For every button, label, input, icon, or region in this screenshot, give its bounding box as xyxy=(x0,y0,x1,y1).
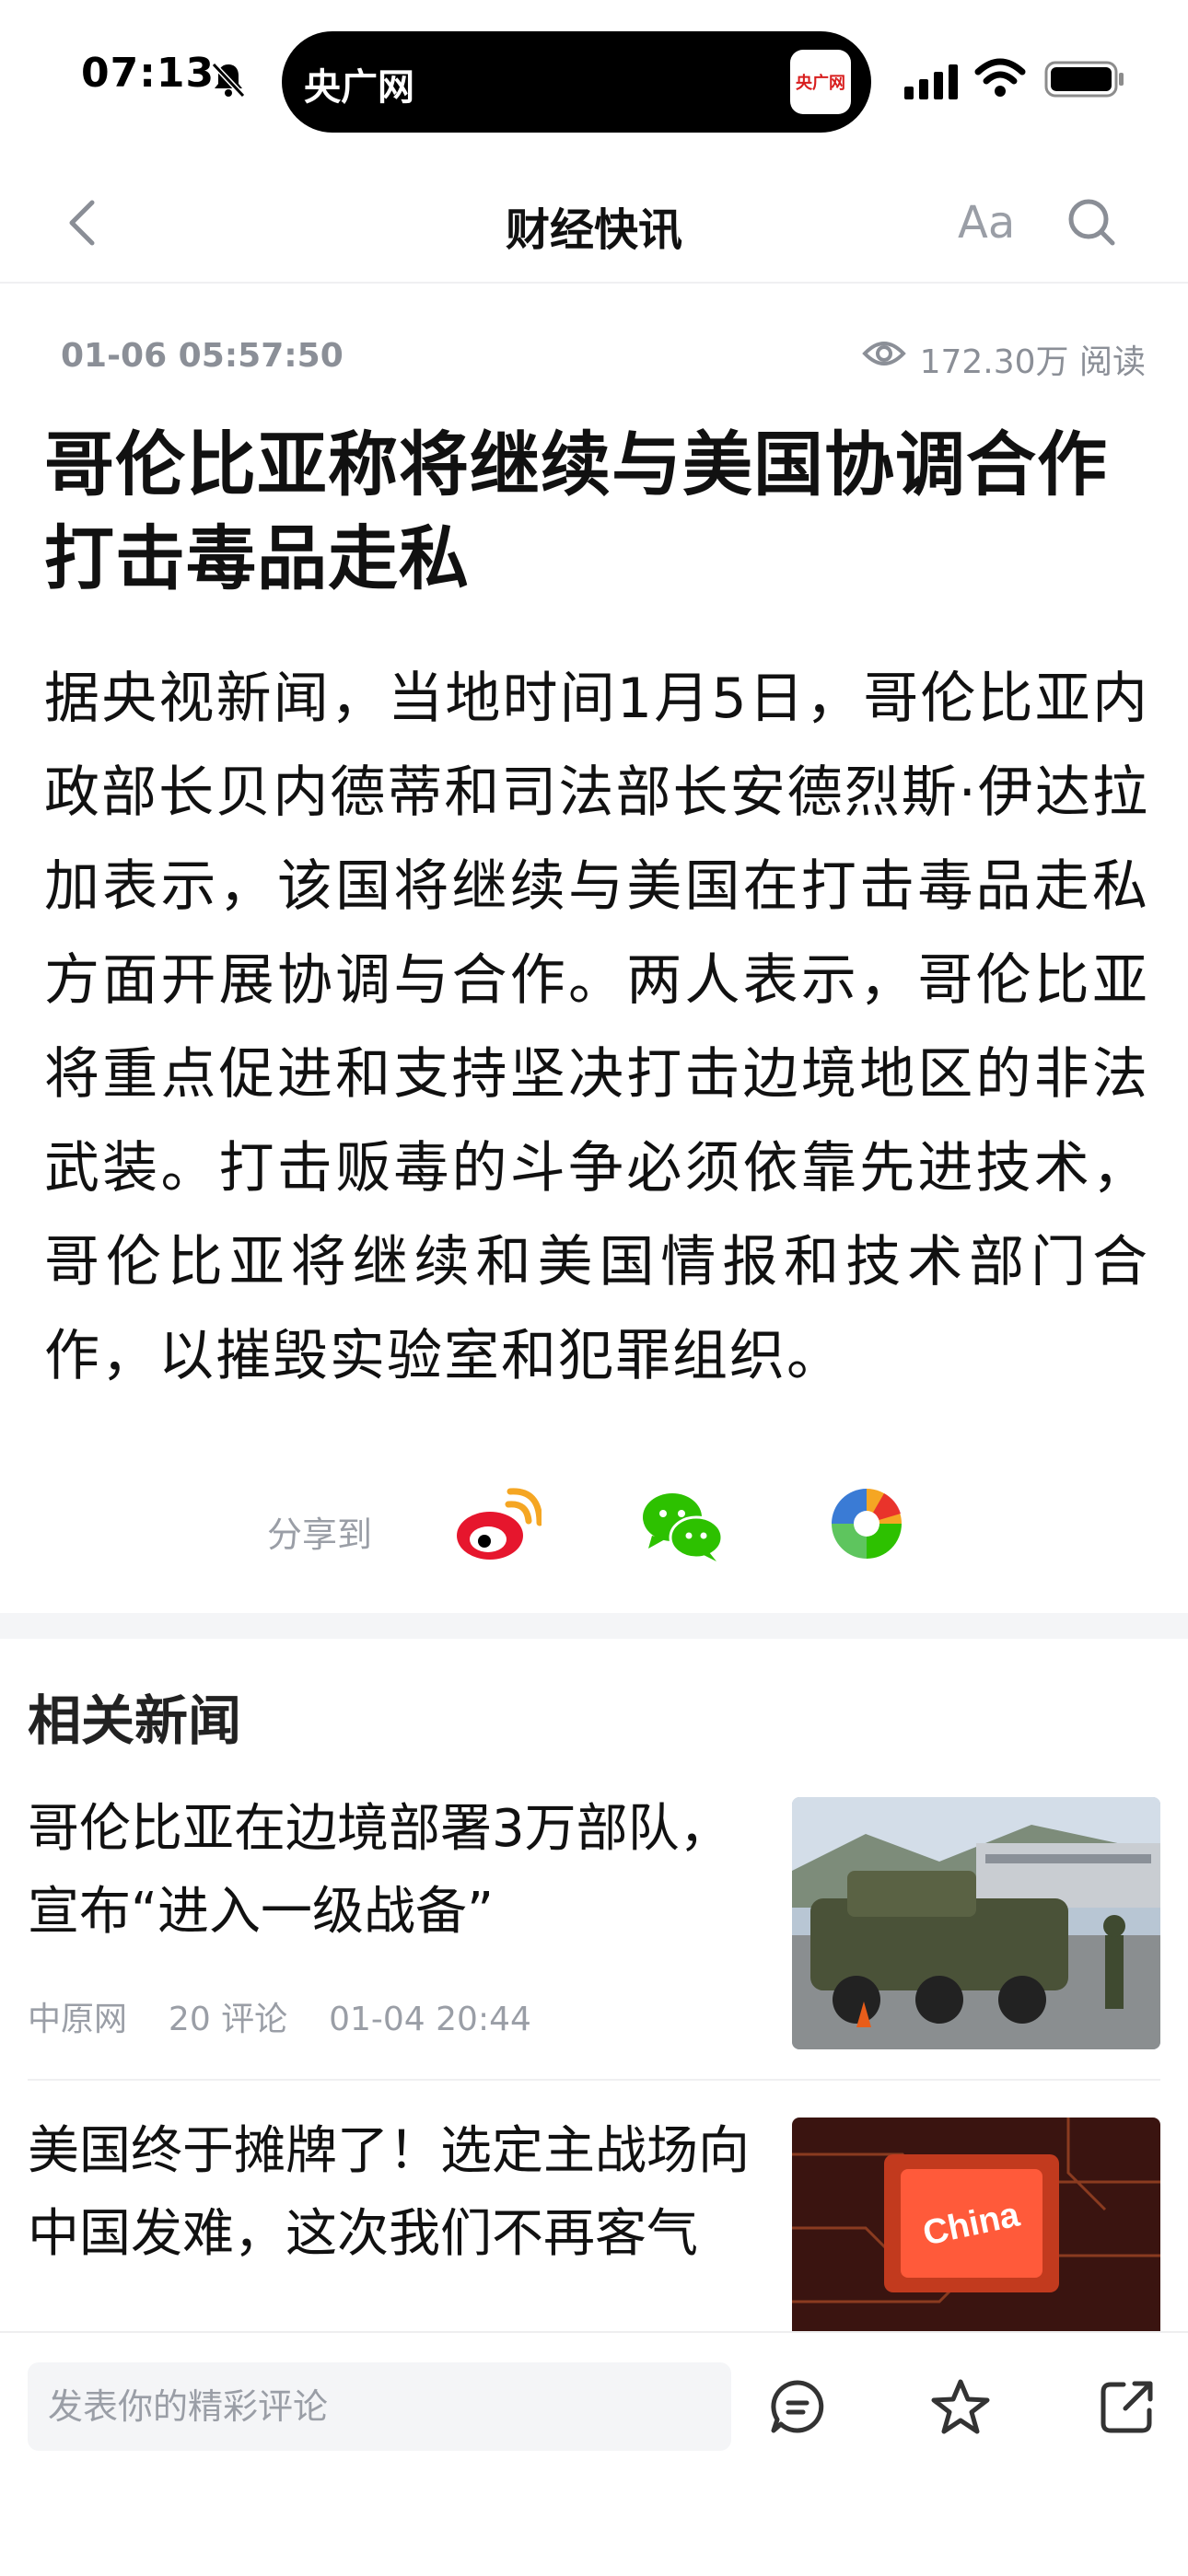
eye-icon xyxy=(862,342,906,366)
article-title: 哥伦比亚称将继续与美国协调合作打击毒品走私 xyxy=(44,424,1108,599)
news-divider xyxy=(28,2079,1160,2081)
weibo-icon[interactable] xyxy=(453,1488,542,1565)
comment-input[interactable] xyxy=(28,2362,731,2451)
share-label: 分享到 xyxy=(267,1514,373,1555)
font-size-button[interactable]: Aa xyxy=(958,197,1015,249)
news-item[interactable]: 美国终于摊牌了！选定主战场向中国发难，这次我们不再客气 China xyxy=(28,2110,1160,2331)
news-time: 01-04 20:44 xyxy=(329,2001,531,2038)
news-title[interactable]: 哥伦比亚在边境部署3万部队，宣布“进入一级战备” xyxy=(28,1788,764,1954)
battery-icon xyxy=(1044,61,1124,98)
cellular-signal-icon xyxy=(904,64,958,99)
article-body: 据央视新闻，当地时间1月5日，哥伦比亚内政部长贝内德蒂和司法部长安德烈斯·伊达拉… xyxy=(44,667,1149,1388)
app-logo: 央广网 xyxy=(790,50,851,114)
app-logo-text: 央广网 xyxy=(796,74,845,93)
island-app-label: 央广网 xyxy=(304,66,414,109)
wechat-icon[interactable] xyxy=(641,1490,724,1563)
comment-icon[interactable] xyxy=(768,2377,827,2436)
bell-muted-icon xyxy=(211,62,246,99)
news-source: 中原网 xyxy=(28,2001,128,2038)
news-title[interactable]: 美国终于摊牌了！选定主战场向中国发难，这次我们不再客气 xyxy=(28,2110,764,2276)
share-icon[interactable] xyxy=(1098,2377,1157,2436)
status-time: 07:13 xyxy=(81,50,215,97)
news-comment-count: 20 评论 xyxy=(168,2001,288,2038)
section-divider xyxy=(0,1613,1188,1639)
search-icon[interactable] xyxy=(1066,197,1118,249)
star-icon[interactable] xyxy=(930,2377,991,2436)
wifi-icon xyxy=(974,58,1026,97)
news-thumbnail[interactable] xyxy=(792,1797,1160,2049)
nav-divider xyxy=(0,282,1188,284)
news-item[interactable]: 哥伦比亚在边境部署3万部队，宣布“进入一级战备” 中原网 20 评论 01-04… xyxy=(28,1788,1160,2064)
view-count: 172.30万 阅读 xyxy=(919,343,1146,381)
article-date: 01-06 05:57:50 xyxy=(61,337,344,375)
related-news-heading: 相关新闻 xyxy=(28,1689,242,1752)
moments-icon[interactable] xyxy=(829,1486,904,1561)
news-thumbnail[interactable]: China xyxy=(792,2118,1160,2331)
news-meta: 中原网 20 评论 01-04 20:44 xyxy=(28,1992,531,2040)
